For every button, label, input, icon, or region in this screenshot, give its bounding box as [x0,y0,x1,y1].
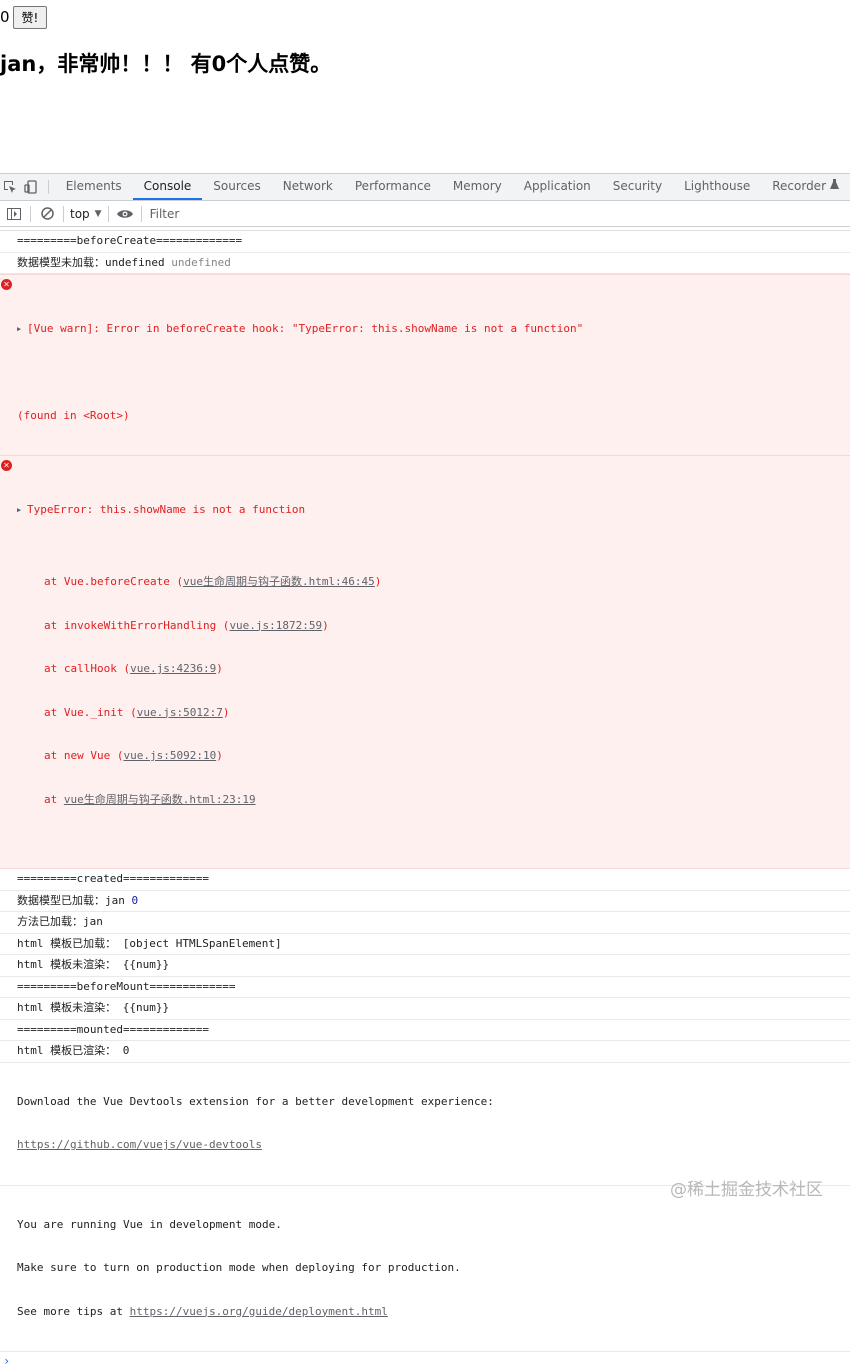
console-message: 方法已加载：jan [0,912,850,934]
tab-security[interactable]: Security [602,174,673,200]
tab-elements[interactable]: Elements [55,174,133,200]
tab-performance[interactable]: Performance [344,174,442,200]
stack-frame: at vue生命周期与钩子函数.html:23:19 [44,792,256,806]
devtools-tabbar: Elements Console Sources Network Perform… [0,173,850,201]
stack-frame-link[interactable]: vue.js:4236:9 [130,662,216,675]
toolbar-divider [63,205,64,222]
log-text: =========created============= [17,872,210,885]
console-message: html 模板已渲染： 0 [0,1041,850,1063]
devtools-link[interactable]: https://github.com/vuejs/vue-devtools [17,1138,850,1153]
console-message: Download the Vue Devtools extension for … [0,1063,850,1186]
log-text: Make sure to turn on production mode whe… [17,1261,461,1274]
log-number: 0 [131,893,139,907]
console-prompt[interactable]: › [0,1352,850,1368]
tab-recorder[interactable]: Recorder [761,174,850,200]
log-text: =========mounted============= [17,1022,210,1036]
live-expression-eye-icon[interactable] [115,204,135,224]
inspect-element-icon[interactable] [0,174,21,200]
flask-icon [830,179,839,193]
tabbar-divider [47,180,49,194]
sidebar-toggle-icon[interactable] [4,204,24,224]
log-text: html 模板已渲染： 0 [17,1044,130,1057]
stack-frame: at Vue.beforeCreate (vue生命周期与钩子函数.html:4… [44,575,382,588]
log-value: jan [105,893,125,907]
log-text: =========beforeMount============= [17,979,236,993]
stack-frame: at invokeWithErrorHandling (vue.js:1872:… [44,618,329,632]
log-text: html 模板未渲染： {{num}} [17,1001,170,1014]
log-text: =========beforeCreate============= [17,234,243,247]
watermark: @稀土掘金技术社区 [670,1180,823,1200]
device-toolbar-icon[interactable] [21,174,42,200]
log-text: You are running Vue in development mode. [17,1217,282,1231]
console-message: html 模板未渲染： {{num}} [0,955,850,977]
expand-triangle-icon[interactable]: ▶ [17,322,27,337]
chevron-down-icon: ▼ [94,208,102,219]
console-message: html 模板未渲染： {{num}} [0,998,850,1020]
stack-frame: at callHook (vue.js:4236:9) [44,662,223,675]
toolbar-divider [30,205,31,222]
log-label: 数据模型已加载： [17,893,105,907]
console-message: =========beforeMount============= [0,977,850,998]
tab-application[interactable]: Application [513,174,602,200]
context-select-value: top [70,206,90,221]
log-value: undefined [105,255,165,269]
tab-lighthouse[interactable]: Lighthouse [673,174,761,200]
log-text: 方法已加载：jan [17,915,103,928]
error-found-in: (found in <Root>) [17,408,130,422]
stack-frame-link[interactable]: vue生命周期与钩子函数.html:46:45 [183,575,375,588]
counter-row: 0 赞! [0,5,48,29]
like-button[interactable]: 赞! [12,5,48,29]
toolbar-divider [107,205,109,222]
console-message: =========beforeCreate============= [0,231,850,253]
error-text: [Vue warn]: Error in beforeCreate hook: … [27,321,584,335]
error-text: TypeError: this.showName is not a functi… [27,502,306,516]
log-text: html 模板未渲染： {{num}} [17,958,170,971]
error-circle-icon: ✕ [1,279,12,290]
log-text: See more tips at [17,1304,130,1318]
tab-network[interactable]: Network [272,174,344,200]
console-error-message: ✕ ▶ [Vue warn]: Error in beforeCreate hoo… [0,274,850,456]
stack-frame-link[interactable]: vue.js:5092:10 [123,749,216,762]
devtools-panel: Elements Console Sources Network Perform… [0,173,850,1368]
deployment-link[interactable]: https://vuejs.org/guide/deployment.html [130,1305,388,1318]
console-message: You are running Vue in development mode.… [0,1186,850,1352]
stack-frame: at Vue._init (vue.js:5012:7) [44,705,230,719]
stack-frame-link[interactable]: vue.js:5012:7 [137,706,223,719]
tab-recorder-label: Recorder [772,179,826,193]
app-area: 0 赞! jan，非常帅！！！ 有0个人点赞。 [0,0,850,173]
console-message: html 模板已加载： [object HTMLSpanElement] [0,934,850,955]
log-text: html 模板已加载： [object HTMLSpanElement] [17,936,282,950]
page-heading: jan，非常帅！！！ 有0个人点赞。 [0,52,332,76]
context-select[interactable]: top ▼ [70,207,102,221]
console-message: 数据模型未加载：undefined undefined [0,253,850,274]
console-toolbar: top ▼ [0,201,850,227]
like-count: 0 [0,8,10,26]
tab-memory[interactable]: Memory [442,174,513,200]
console-error-message: ✕ ▶ TypeError: this.showName is not a fun… [0,456,850,869]
tab-console[interactable]: Console [132,174,203,200]
chevron-right-icon: › [3,1354,11,1368]
expand-triangle-icon[interactable]: ▶ [17,503,27,518]
console-filter-input[interactable] [147,205,448,222]
log-value: undefined [171,255,231,269]
clear-console-icon[interactable] [37,204,57,224]
console-message: =========mounted============= [0,1020,850,1041]
console-message: =========created============= [0,869,850,891]
log-label: 数据模型未加载： [17,255,105,269]
stack-frame-link[interactable]: vue.js:1872:59 [229,619,322,632]
tab-sources[interactable]: Sources [202,174,271,200]
stack-frame: at new Vue (vue.js:5092:10) [44,749,223,762]
stack-frame-link[interactable]: vue生命周期与钩子函数.html:23:19 [64,793,256,806]
toolbar-divider [140,205,142,222]
error-circle-icon: ✕ [1,460,12,471]
console-message: 数据模型已加载：jan 0 [0,891,850,912]
log-text: Download the Vue Devtools extension for … [17,1094,494,1108]
